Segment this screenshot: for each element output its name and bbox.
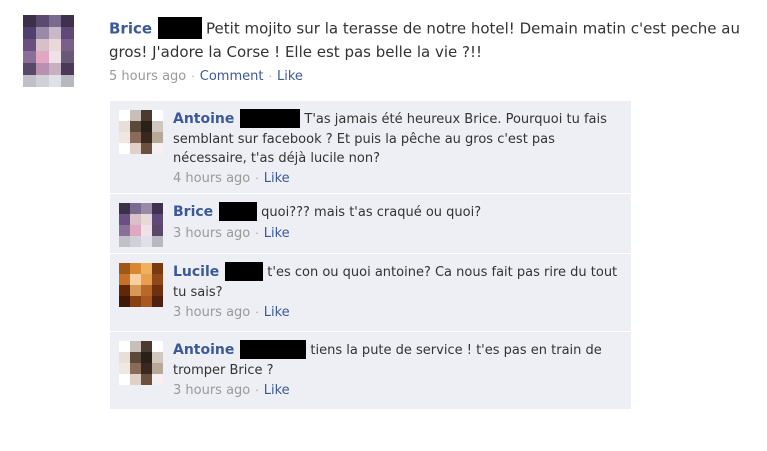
avatar-brice[interactable]	[119, 203, 163, 247]
post-meta: 5 hours ago · Comment · Like	[109, 68, 749, 86]
comment-author-link[interactable]: Lucile	[173, 264, 219, 280]
redacted-name	[225, 262, 264, 281]
comment-item: Antoine tiens la pute de service ! t'es p…	[110, 332, 631, 410]
separator: ·	[255, 227, 259, 240]
redacted-name	[219, 202, 258, 221]
separator: ·	[255, 172, 259, 185]
comment-timestamp: 3 hours ago	[173, 226, 251, 241]
comment-text: T'as jamais été heureux Brice. Pourquoi …	[173, 112, 607, 166]
comment-body: Antoine tiens la pute de service ! t'es p…	[173, 340, 621, 400]
comment-author-link[interactable]: Brice	[173, 204, 213, 220]
like-link[interactable]: Like	[277, 69, 303, 84]
comment-text: tiens la pute de service ! t'es pas en t…	[173, 343, 602, 378]
comment-timestamp: 3 hours ago	[173, 383, 251, 398]
post-text: Petit mojito sur la terasse de notre hot…	[109, 19, 740, 62]
post-body: Brice Petit mojito sur la terasse de notr…	[109, 17, 749, 86]
comment-timestamp: 4 hours ago	[173, 171, 251, 186]
comment-list: Antoine T'as jamais été heureux Brice. Po…	[110, 101, 631, 410]
comment-meta: 4 hours ago · Like	[173, 170, 621, 188]
comment-item: Brice quoi??? mais t'as craqué ou quoi? 3…	[110, 194, 631, 254]
comment-text: quoi??? mais t'as craqué ou quoi?	[261, 205, 482, 220]
comment-link[interactable]: Comment	[200, 69, 264, 84]
avatar-brice[interactable]	[23, 15, 74, 87]
comment-author-link[interactable]: Antoine	[173, 342, 234, 358]
comment-author-link[interactable]: Antoine	[173, 111, 234, 127]
comment-timestamp: 3 hours ago	[173, 305, 251, 320]
comment-body: Brice quoi??? mais t'as craqué ou quoi? 3…	[173, 202, 621, 243]
redacted-name	[240, 340, 307, 359]
like-link[interactable]: Like	[264, 226, 290, 241]
avatar-antoine[interactable]	[119, 110, 163, 154]
avatar-lucile[interactable]	[119, 263, 163, 307]
comment-item: Lucile t'es con ou quoi antoine? Ca nous …	[110, 254, 631, 332]
like-link[interactable]: Like	[264, 383, 290, 398]
like-link[interactable]: Like	[264, 305, 290, 320]
comment-meta: 3 hours ago · Like	[173, 225, 621, 243]
comment-meta: 3 hours ago · Like	[173, 382, 621, 400]
post-timestamp: 5 hours ago	[109, 69, 187, 84]
comment-body: Lucile t'es con ou quoi antoine? Ca nous …	[173, 262, 621, 322]
separator: ·	[268, 70, 272, 83]
post-author-link[interactable]: Brice	[109, 20, 152, 38]
comment-meta: 3 hours ago · Like	[173, 304, 621, 322]
separator: ·	[191, 70, 195, 83]
comment-item: Antoine T'as jamais été heureux Brice. Po…	[110, 101, 631, 194]
redacted-name	[158, 17, 203, 39]
separator: ·	[255, 306, 259, 319]
like-link[interactable]: Like	[264, 171, 290, 186]
separator: ·	[255, 384, 259, 397]
redacted-name	[240, 109, 301, 128]
avatar-antoine[interactable]	[119, 341, 163, 385]
comment-body: Antoine T'as jamais été heureux Brice. Po…	[173, 109, 621, 188]
